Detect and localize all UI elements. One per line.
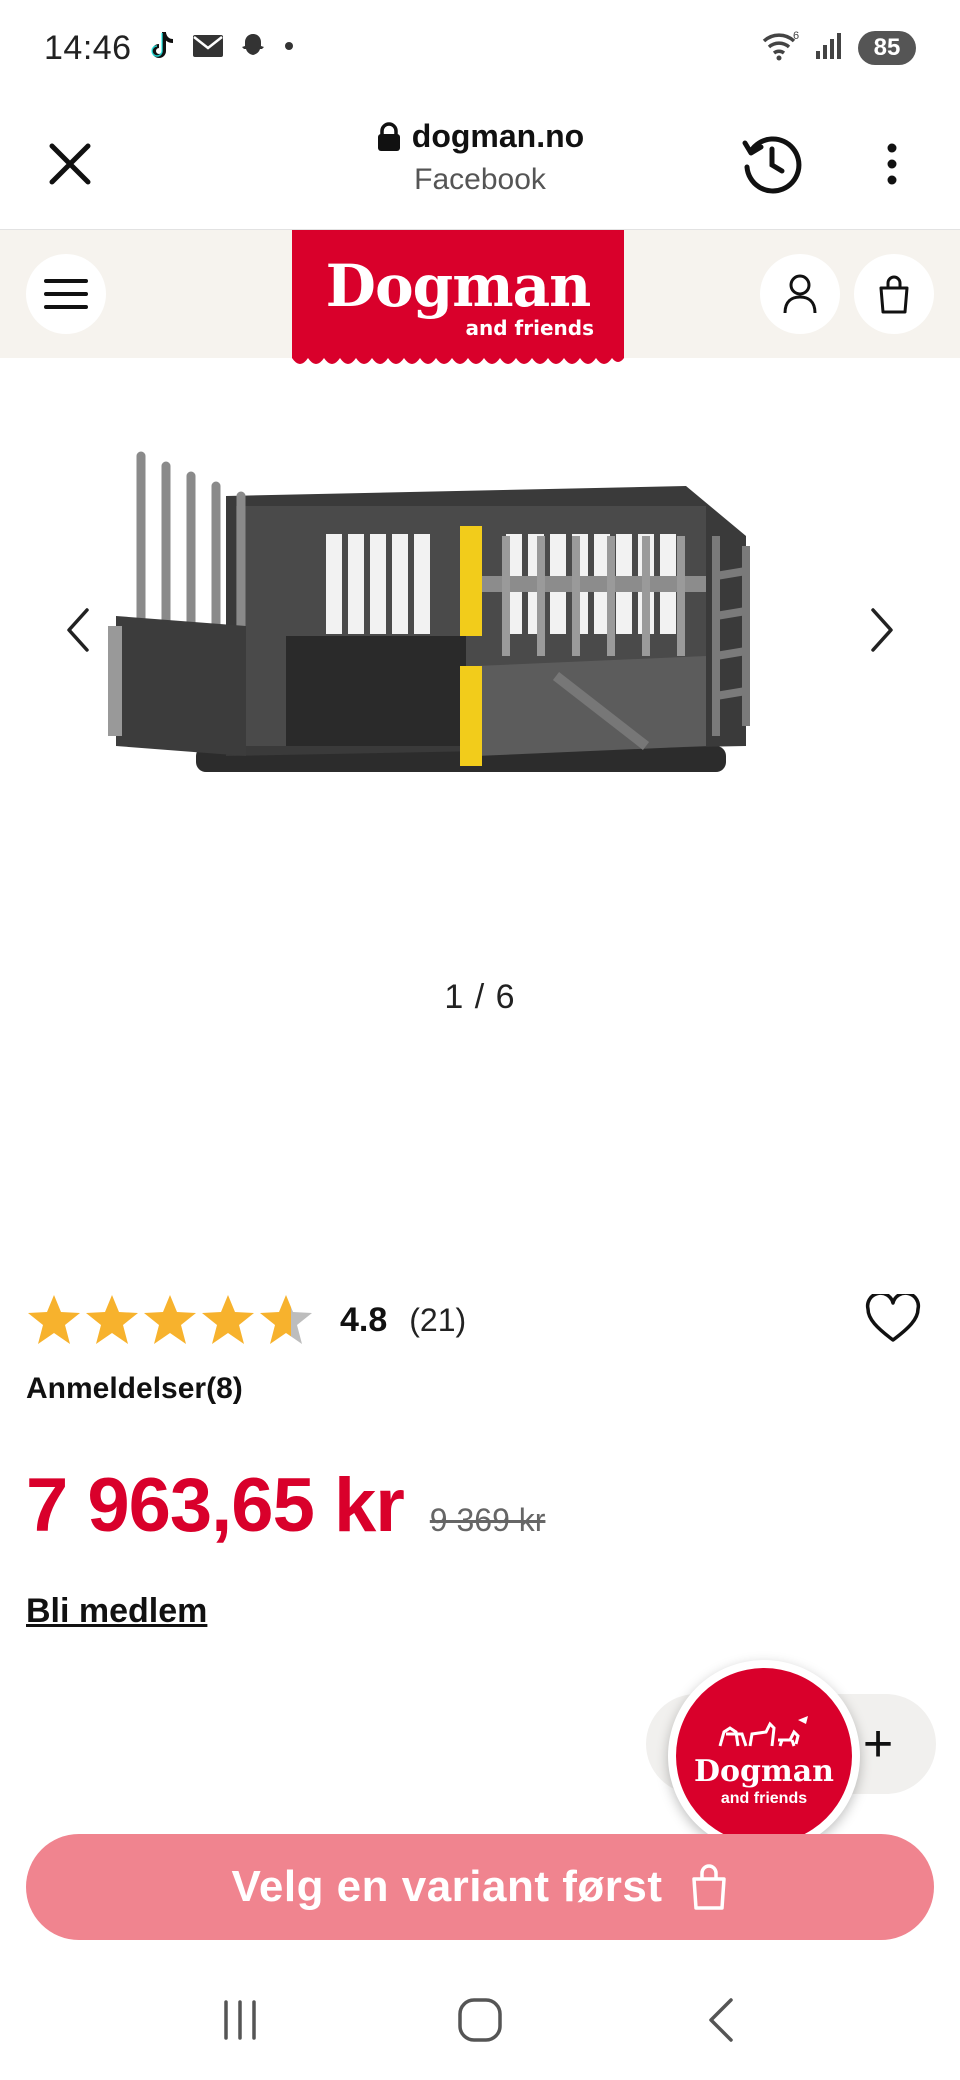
dot-icon [282, 39, 296, 58]
logo-title: Dogman [325, 252, 592, 320]
svg-text:6: 6 [793, 30, 799, 42]
product-image[interactable] [86, 426, 786, 806]
history-button[interactable] [734, 126, 810, 202]
chevron-right-icon [871, 608, 893, 652]
signal-icon [814, 31, 844, 66]
animals-icon [718, 1716, 808, 1747]
wishlist-button[interactable] [862, 1290, 924, 1348]
lock-icon [377, 121, 400, 151]
account-button[interactable] [760, 254, 840, 334]
star-icon [202, 1295, 254, 1344]
mail-icon [192, 33, 224, 64]
more-options-button[interactable] [868, 132, 916, 196]
member-link[interactable]: Bli medlem [26, 1592, 207, 1631]
recent-apps-icon [224, 2000, 256, 2040]
product-gallery: 1 / 6 [0, 370, 960, 1190]
float-logo-subtitle: and friends [720, 1790, 808, 1807]
float-logo-title: Dogman [694, 1754, 834, 1789]
user-icon [783, 274, 817, 314]
snapchat-icon [238, 31, 268, 66]
gallery-next-button[interactable] [854, 590, 910, 670]
recent-apps-button[interactable] [195, 1980, 285, 2060]
hamburger-icon [44, 279, 88, 309]
close-button[interactable] [40, 134, 100, 194]
rating-count: (21) [409, 1301, 467, 1338]
old-price: 9 369 kr [429, 1502, 546, 1538]
shopping-bag-icon [879, 275, 909, 314]
url-source: Facebook [414, 163, 546, 196]
star-icon [86, 1295, 138, 1344]
back-icon [709, 1998, 733, 2042]
cta-label: Velg en variant først [231, 1862, 663, 1911]
floating-logo-button[interactable]: Dogman and friends [668, 1660, 860, 1852]
cart-button[interactable] [854, 254, 934, 334]
browser-bar: dogman.no Facebook [0, 96, 960, 230]
rating-row[interactable]: 4.8 (21) [26, 1290, 466, 1350]
menu-button[interactable] [26, 254, 106, 334]
wifi-icon: 6 [760, 29, 800, 68]
tiktok-icon [148, 30, 178, 67]
gallery-pager: 1 / 6 [444, 978, 516, 1016]
battery-icon: 85 [858, 31, 916, 65]
notification-icons [148, 30, 296, 67]
reviews-link[interactable]: Anmeldelser(8) [26, 1372, 243, 1406]
status-time: 14:46 [44, 28, 132, 67]
star-icon [144, 1295, 196, 1344]
heart-icon [865, 1294, 921, 1342]
add-to-cart-button[interactable]: Velg en variant først [26, 1834, 934, 1940]
more-vertical-icon [887, 143, 897, 185]
rating-stars [26, 1293, 314, 1347]
rating-value: 4.8 [340, 1300, 388, 1339]
shopping-bag-icon [691, 1864, 726, 1910]
back-button[interactable] [675, 1980, 765, 2060]
star-icon [28, 1295, 80, 1344]
home-button[interactable] [435, 1980, 525, 2060]
star-partial-icon [260, 1295, 312, 1344]
close-icon [49, 143, 91, 185]
logo-subtitle: and friends [465, 316, 594, 340]
url-domain: dogman.no [411, 118, 585, 154]
system-icons: 6 85 [760, 29, 916, 68]
status-bar: 14:46 6 85 [0, 0, 960, 96]
system-nav-bar [0, 1960, 960, 2080]
url-bar[interactable]: dogman.no Facebook [250, 118, 710, 197]
history-icon [742, 136, 802, 194]
site-logo[interactable]: Dogman and friends [292, 230, 624, 370]
current-price: 7 963,65 kr [26, 1463, 405, 1548]
price-row: 7 963,65 kr 9 369 kr [26, 1462, 545, 1549]
home-icon [458, 1998, 502, 2042]
